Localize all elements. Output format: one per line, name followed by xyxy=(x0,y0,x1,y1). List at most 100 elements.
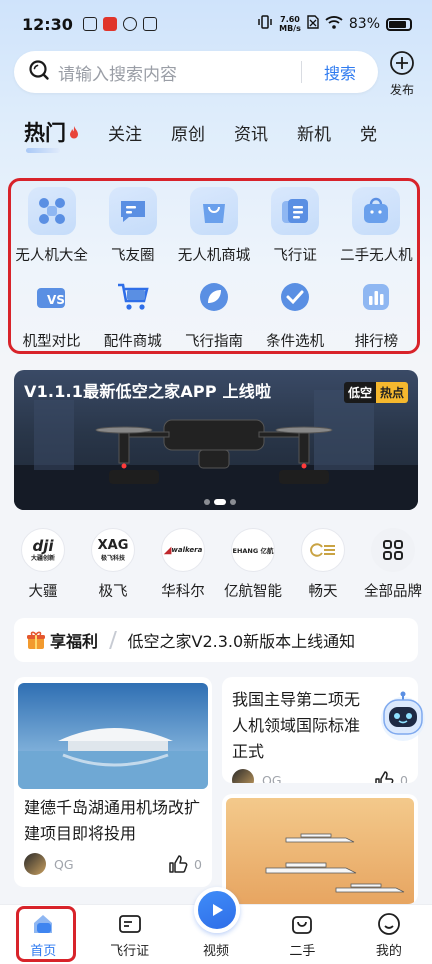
quick-item-flight-guide[interactable]: 飞行指南 xyxy=(173,273,254,351)
leaf-guide-icon xyxy=(190,273,238,321)
avatar xyxy=(232,769,254,783)
publish-label: 发布 xyxy=(389,83,414,97)
robot-icon xyxy=(381,691,425,741)
shopping-bag-icon xyxy=(189,187,238,235)
tab-label: 视频 xyxy=(203,944,230,959)
quick-item-flyer-circle[interactable]: 飞友圈 xyxy=(92,187,173,265)
plus-circle-icon xyxy=(390,51,414,75)
ai-assistant-button[interactable] xyxy=(376,690,430,744)
brand-xag[interactable]: XAG 极飞科技 极飞 xyxy=(78,528,148,606)
brand-dji[interactable]: dji 大疆创新 大疆 xyxy=(8,528,78,606)
like-count: 0 xyxy=(400,772,408,784)
search-icon xyxy=(28,59,50,85)
vs-compare-icon: VS xyxy=(28,273,76,321)
quick-item-condition-pick[interactable]: 条件选机 xyxy=(255,273,336,351)
brand-walkera[interactable]: ◢ walkera 华科尔 xyxy=(148,528,218,606)
net-speed-unit: MB/s xyxy=(279,24,301,33)
flame-icon xyxy=(70,125,78,138)
notice-separator xyxy=(109,631,117,649)
feed-card-meta: QG 0 xyxy=(222,769,418,783)
airport-image xyxy=(18,683,208,789)
banner-dot-active xyxy=(214,499,226,505)
publish-button[interactable]: 发布 xyxy=(386,50,418,98)
net-speed: 7.60 MB/s xyxy=(279,15,301,33)
bag-notification-icon xyxy=(142,17,157,31)
tab-label: 二手 xyxy=(289,944,316,959)
bar-chart-icon xyxy=(352,273,400,321)
status-bar: 12:30 7.60 MB/s 83% xyxy=(0,0,432,48)
play-icon xyxy=(213,904,223,916)
tab-mine[interactable]: 我的 xyxy=(346,905,432,964)
xag-logo: XAG 极飞科技 xyxy=(91,528,135,572)
brand-all[interactable]: 全部品牌 xyxy=(358,528,428,606)
changtian-mark xyxy=(310,543,335,557)
thumbs-up-icon xyxy=(169,855,188,873)
banner-hot-tag: 低空 热点 xyxy=(343,382,408,403)
tab-license[interactable]: 飞行证 xyxy=(86,905,172,964)
changtian-logo xyxy=(301,528,345,572)
tab-follow[interactable]: 关注 xyxy=(108,120,142,145)
like-button[interactable]: 0 xyxy=(374,770,408,783)
quick-item-drone-mall[interactable]: 无人机商城 xyxy=(173,187,254,265)
quick-item-flight-license[interactable]: 飞行证 xyxy=(255,187,336,265)
tab-original[interactable]: 原创 xyxy=(171,120,205,145)
like-button[interactable]: 0 xyxy=(168,854,202,874)
quick-item-label: 飞行证 xyxy=(273,248,317,264)
quick-item-label: 二手无人机 xyxy=(340,248,413,264)
feed-card[interactable] xyxy=(222,794,418,904)
dji-logo: dji 大疆创新 xyxy=(21,528,65,572)
tab-hot[interactable]: 热门 xyxy=(24,117,79,153)
quick-item-compare[interactable]: VS 机型对比 xyxy=(11,273,92,351)
cart-icon xyxy=(109,273,157,321)
category-tabs: 热门 关注 原创 资讯 新机 党 xyxy=(0,110,432,154)
quick-item-ranking[interactable]: 排行榜 xyxy=(336,273,417,351)
brand-logo-sub: 大疆创新 xyxy=(30,554,55,562)
battery-percent: 83% xyxy=(348,16,380,32)
brand-list: dji 大疆创新 大疆 XAG 极飞科技 极飞 ◢ walkera 华科尔 EHA… xyxy=(8,528,432,606)
quick-item-label: 飞友圈 xyxy=(111,248,155,264)
banner-tag-left: 低空 xyxy=(343,382,376,403)
tab-new-models[interactable]: 新机 xyxy=(297,120,331,145)
tab-secondhand[interactable]: 二手 xyxy=(259,905,345,964)
quick-item-label: 条件选机 xyxy=(266,334,325,350)
vibrate-icon xyxy=(257,15,273,33)
home-tab-highlight xyxy=(16,906,76,962)
tab-news[interactable]: 资讯 xyxy=(234,120,268,145)
license-card-icon xyxy=(117,911,143,937)
quick-item-parts-mall[interactable]: 配件商城 xyxy=(92,273,173,351)
thumbs-up-icon xyxy=(375,771,394,783)
tab-hot-label: 热门 xyxy=(24,121,66,145)
quick-item-secondhand[interactable]: 二手无人机 xyxy=(336,187,417,265)
planes-image xyxy=(226,798,414,904)
quick-item-label: 机型对比 xyxy=(22,334,81,350)
search-input[interactable]: 请输入搜索内容 搜索 xyxy=(14,51,378,93)
banner-dot xyxy=(204,499,210,505)
battery-icon xyxy=(386,17,412,31)
promo-banner[interactable]: V1.1.1最新低空之家APP 上线啦 低空 热点 xyxy=(14,370,418,510)
brand-logo-text: walkera xyxy=(171,546,203,554)
search-button[interactable]: 搜索 xyxy=(302,60,378,84)
sync-icon xyxy=(122,17,137,31)
quick-menu-panel: 无人机大全 飞友圈 无人机商城 飞行证 二手无人机 VS 机型对比 配件商城 飞… xyxy=(8,178,420,354)
ehang-logo: EHANG 亿航 xyxy=(231,528,275,572)
quick-item-label: 无人机大全 xyxy=(15,248,88,264)
brand-label: 大疆 xyxy=(28,584,58,600)
tab-more[interactable]: 党 xyxy=(360,120,377,145)
brand-changtian[interactable]: 畅天 xyxy=(288,528,358,606)
brand-label: 亿航智能 xyxy=(224,584,282,600)
bag-icon xyxy=(289,911,315,937)
quick-item-label: 无人机商城 xyxy=(177,248,251,264)
author-name: QG xyxy=(54,856,74,872)
notice-text: 低空之家V2.3.0新版本上线通知 xyxy=(127,632,356,651)
check-circle-icon xyxy=(271,273,319,321)
video-play-button[interactable] xyxy=(194,887,240,933)
wifi-icon xyxy=(325,15,343,33)
tab-label: 我的 xyxy=(375,944,402,959)
feed-card[interactable]: 建德千岛湖通用机场改扩建项目即将投用 QG 0 xyxy=(14,677,212,887)
notice-bar[interactable]: 享福利 低空之家V2.3.0新版本上线通知 xyxy=(14,618,418,662)
brand-ehang[interactable]: EHANG 亿航 亿航智能 xyxy=(218,528,288,606)
walkera-logo: ◢ walkera xyxy=(161,528,205,572)
no-sim-icon xyxy=(307,15,319,33)
quick-item-drone-catalog[interactable]: 无人机大全 xyxy=(11,187,92,265)
net-speed-value: 7.60 xyxy=(280,15,300,24)
